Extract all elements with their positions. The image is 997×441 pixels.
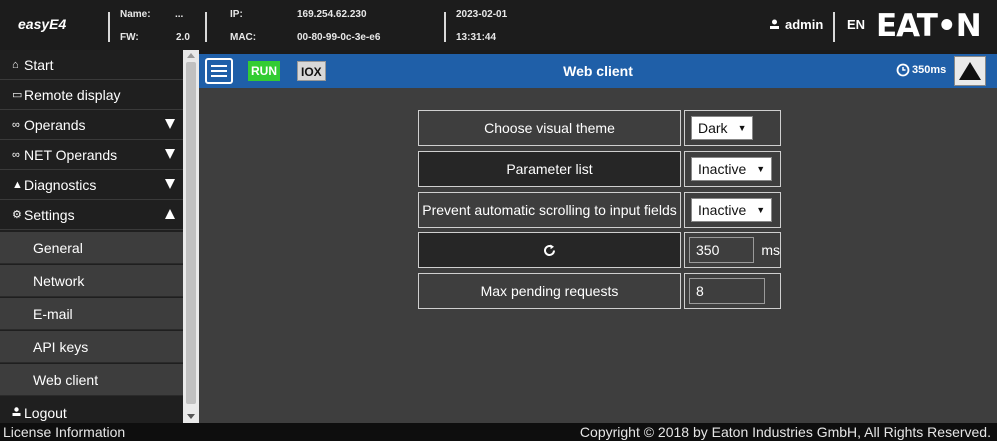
fw-value: 2.0	[176, 32, 190, 43]
sidebar-subitem-web-client[interactable]: Web client	[0, 364, 183, 396]
sidebar-item-label: NET Operands	[24, 146, 118, 163]
sidebar-item-label: Operands	[24, 116, 86, 133]
refresh-icon	[544, 244, 556, 256]
scroll-prevention-cell: Inactive ▼	[684, 192, 781, 228]
footer: License Information Copyright © 2018 by …	[0, 423, 997, 441]
sidebar-item-diagnostics[interactable]: ▲ Diagnostics	[0, 170, 183, 200]
sidebar-item-settings[interactable]: ⚙ Settings	[0, 200, 183, 230]
run-status-badge: RUN	[248, 61, 280, 81]
sidebar-item-label: Start	[24, 56, 54, 73]
refresh-rate-indicator[interactable]: 350ms	[896, 63, 946, 77]
logo-text: EAT•N	[876, 8, 982, 44]
sidebar-subitem-network[interactable]: Network	[0, 265, 183, 297]
infinity-icon: ∞	[12, 148, 20, 161]
user-icon	[770, 19, 779, 29]
iox-status-badge: IOX	[297, 61, 326, 81]
theme-select[interactable]: Dark ▼	[691, 116, 754, 140]
date-value: 2023-02-01	[456, 9, 508, 20]
warning-icon: ▲	[12, 178, 23, 191]
infinity-icon: ∞	[12, 118, 20, 131]
sidebar-item-logout[interactable]: Logout	[0, 398, 183, 423]
user-icon	[0, 406, 24, 420]
scrollbar-thumb[interactable]	[186, 62, 196, 404]
fw-label: FW:	[120, 32, 139, 43]
theme-cell: Dark ▼	[684, 110, 781, 146]
sidebar-item-label: Remote display	[24, 86, 121, 103]
user-menu[interactable]: admin	[769, 17, 823, 32]
refresh-interval-input[interactable]: 350	[689, 237, 755, 263]
top-header: easyE4 Name: ... FW: 2.0 IP: 169.254.62.…	[0, 0, 997, 50]
sidebar-item-remote-display[interactable]: ▭ Remote display	[0, 80, 183, 110]
eaton-logo: EAT•N	[876, 9, 994, 43]
ip-value: 169.254.62.230	[297, 9, 367, 20]
sidebar-item-label: Diagnostics	[24, 176, 97, 193]
collapse-icon	[165, 209, 175, 219]
sidebar: ⌂ Start ▭ Remote display ∞ Operands ∞ NE…	[0, 50, 199, 423]
parameter-list-label: Parameter list	[418, 151, 681, 187]
refresh-timer-icon	[896, 63, 910, 77]
settings-panel: Choose visual theme Dark ▼ Parameter lis…	[199, 88, 997, 423]
expand-icon	[165, 119, 175, 129]
ip-label: IP:	[230, 9, 243, 20]
sidebar-item-label: Settings	[24, 206, 75, 223]
mac-label: MAC:	[230, 32, 257, 43]
sidebar-subitem-api-keys[interactable]: API keys	[0, 331, 183, 363]
parameter-list-value: Inactive	[698, 161, 747, 177]
theme-select-value: Dark	[698, 120, 728, 136]
refresh-interval-cell: 350 ms	[684, 232, 781, 268]
header-divider	[108, 12, 110, 42]
menu-toggle-button[interactable]	[205, 58, 233, 84]
time-value: 13:31:44	[456, 32, 497, 43]
max-pending-cell: 8	[684, 273, 781, 309]
refresh-interval-unit: ms	[761, 242, 780, 258]
language-selector[interactable]: EN	[847, 17, 865, 32]
up-arrow-icon	[959, 62, 981, 80]
sidebar-item-net-operands[interactable]: ∞ NET Operands	[0, 140, 183, 170]
copyright-text: Copyright © 2018 by Eaton Industries Gmb…	[579, 424, 991, 440]
parameter-list-select[interactable]: Inactive ▼	[691, 157, 773, 181]
scroll-down-icon[interactable]	[187, 414, 195, 419]
name-label: Name:	[120, 9, 151, 20]
parameter-list-cell: Inactive ▼	[684, 151, 781, 187]
refresh-rate-value: 350ms	[912, 64, 947, 76]
scroll-top-button[interactable]	[954, 56, 986, 86]
scroll-prevention-label: Prevent automatic scrolling to input fie…	[418, 192, 681, 228]
name-value: ...	[175, 9, 184, 20]
sidebar-item-label: Logout	[24, 405, 67, 421]
max-pending-label: Max pending requests	[418, 273, 681, 309]
header-divider	[444, 12, 446, 42]
hamburger-icon	[211, 65, 227, 67]
scroll-up-icon[interactable]	[187, 53, 195, 58]
app-name: easyE4	[18, 16, 67, 32]
sidebar-subitem-email[interactable]: E-mail	[0, 298, 183, 330]
sidebar-item-operands[interactable]: ∞ Operands	[0, 110, 183, 140]
monitor-icon: ▭	[12, 89, 23, 101]
sidebar-subitem-general[interactable]: General	[0, 232, 183, 264]
scroll-prevention-select[interactable]: Inactive ▼	[691, 198, 773, 222]
chevron-down-icon: ▼	[756, 164, 766, 174]
expand-icon	[165, 149, 175, 159]
refresh-interval-label	[418, 232, 681, 268]
max-pending-input[interactable]: 8	[689, 278, 765, 304]
expand-icon	[165, 179, 175, 189]
sidebar-item-start[interactable]: ⌂ Start	[0, 50, 183, 80]
user-name: admin	[785, 17, 824, 32]
home-icon: ⌂	[12, 58, 19, 71]
header-divider	[833, 12, 835, 42]
hamburger-icon	[211, 75, 227, 77]
license-link[interactable]: License Information	[3, 423, 125, 441]
mac-value: 00-80-99-0c-3e-e6	[297, 32, 381, 43]
chevron-down-icon: ▼	[737, 123, 747, 133]
gear-icon: ⚙	[12, 209, 22, 221]
theme-label: Choose visual theme	[418, 110, 681, 146]
chevron-down-icon: ▼	[756, 205, 766, 215]
hamburger-icon	[211, 70, 227, 72]
header-divider	[205, 12, 207, 42]
main-toolbar: Web client RUN IOX 350ms	[199, 54, 997, 88]
scroll-prevention-value: Inactive	[698, 202, 747, 218]
